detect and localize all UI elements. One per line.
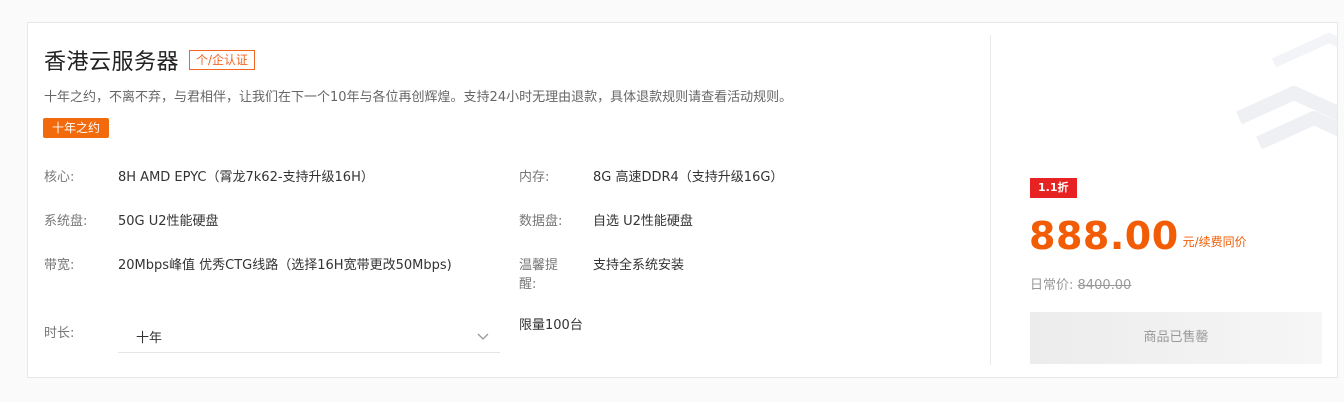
promo-tag: 十年之约 xyxy=(43,118,110,138)
notice-label-line1: 温馨提 xyxy=(519,258,559,273)
bandwidth-label: 带宽: xyxy=(44,258,75,273)
original-price: 8400.00 xyxy=(1077,278,1132,293)
system-disk-label: 系统盘: xyxy=(44,214,88,229)
data-disk-value: 自选 U2性能硬盘 xyxy=(593,214,693,229)
stock-limit: 限量100台 xyxy=(519,318,583,333)
chevron-down-icon xyxy=(477,333,489,340)
duration-label: 时长: xyxy=(44,326,75,341)
sold-out-button[interactable]: 商品已售罄 xyxy=(1030,312,1322,364)
memory-label: 内存: xyxy=(519,170,550,185)
product-title: 香港云服务器 xyxy=(44,50,180,75)
notice-value: 支持全系统安装 xyxy=(593,258,685,273)
bandwidth-value: 20Mbps峰值 优秀CTG线路（选择16H宽带更改50Mbps) xyxy=(118,258,452,273)
cpu-label: 核心: xyxy=(44,170,75,185)
auth-tag: 个/企认证 xyxy=(189,50,256,70)
pricing-panel: 1.1折 888.00 元/续费同价 日常价: 8400.00 商品已售罄 xyxy=(991,23,1337,377)
product-info: 香港云服务器 个/企认证 十年之约，不离不弃，与君相伴，让我们在下一个10年与各… xyxy=(28,23,990,377)
product-description: 十年之约，不离不弃，与君相伴，让我们在下一个10年与各位再创辉煌。支持24小时无… xyxy=(44,90,793,105)
duration-select[interactable]: 十年 xyxy=(118,320,500,353)
price-unit: 元/续费同价 xyxy=(1182,235,1247,249)
system-disk-value: 50G U2性能硬盘 xyxy=(118,214,219,229)
memory-value: 8G 高速DDR4（支持升级16G） xyxy=(593,170,784,185)
duration-selected-value: 十年 xyxy=(136,330,163,346)
original-price-row: 日常价: 8400.00 xyxy=(1030,274,1131,293)
product-card: 香港云服务器 个/企认证 十年之约，不离不弃，与君相伴，让我们在下一个10年与各… xyxy=(27,22,1338,378)
title-row: 香港云服务器 个/企认证 xyxy=(44,44,256,76)
notice-label-line2: 醒: xyxy=(519,277,537,292)
decorative-pattern xyxy=(1236,32,1337,150)
cpu-value: 8H AMD EPYC（霄龙7k62-支持升级16H） xyxy=(118,170,374,185)
original-price-label: 日常价: xyxy=(1030,278,1074,293)
data-disk-label: 数据盘: xyxy=(519,214,563,229)
price-row: 888.00 元/续费同价 xyxy=(1029,214,1247,258)
discount-badge: 1.1折 xyxy=(1030,178,1077,198)
price-value: 888.00 xyxy=(1029,214,1179,258)
